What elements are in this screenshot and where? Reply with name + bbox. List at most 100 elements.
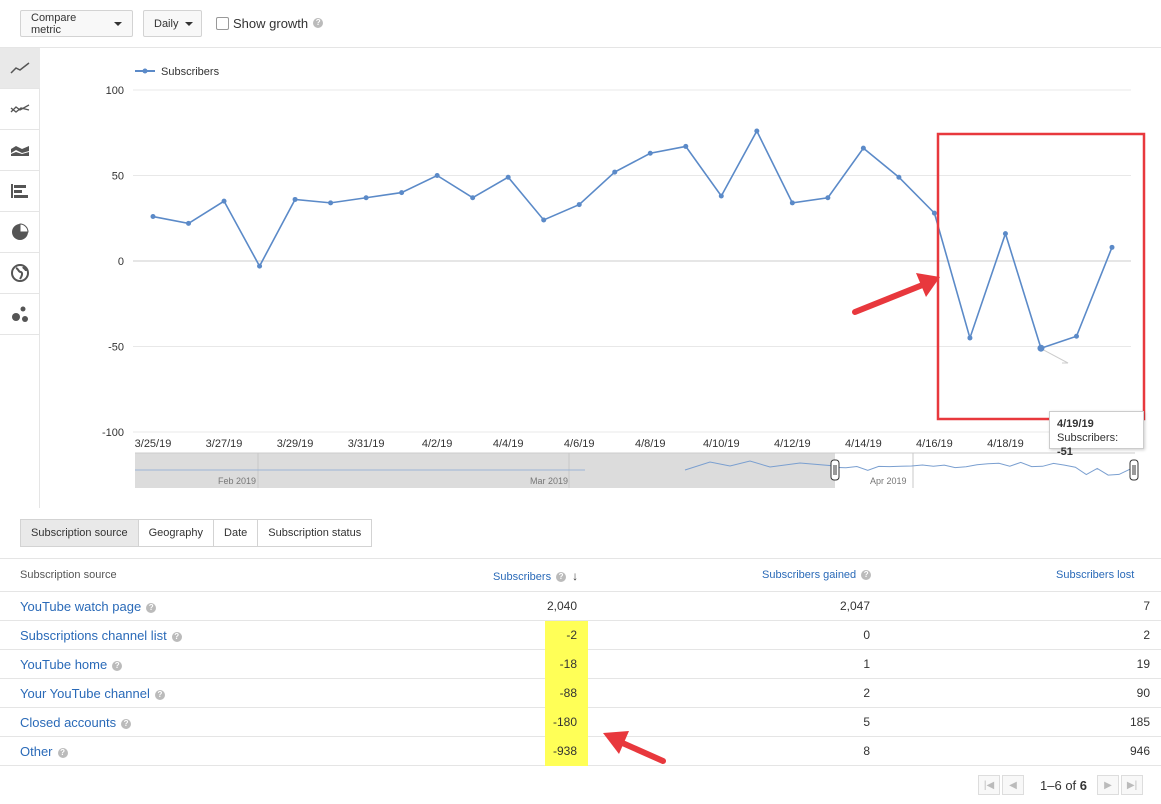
help-icon[interactable]: ? xyxy=(146,602,157,613)
table-row: Closed accounts? -180 5 185 xyxy=(0,708,1161,737)
subscription-source-table: Subscription source Subscribers? ↓ Subscr… xyxy=(0,558,1161,766)
navigator-label: Mar 2019 xyxy=(530,476,568,486)
help-icon[interactable]: ? xyxy=(171,631,182,642)
header-subscribers-lost[interactable]: Subscribers lost xyxy=(1056,569,1134,581)
source-link[interactable]: YouTube home? xyxy=(20,657,123,672)
subscribers-value: -2 xyxy=(545,621,588,650)
gained-value: 2,047 xyxy=(839,599,870,613)
tab-subscription-status[interactable]: Subscription status xyxy=(257,519,373,547)
toolbar: Compare metric Daily Show growth ? xyxy=(0,0,1161,48)
x-tick-label: 4/18/19 xyxy=(987,438,1024,450)
header-subscription-source: Subscription source xyxy=(20,569,117,581)
help-icon[interactable]: ? xyxy=(313,18,324,28)
prev-page-button[interactable]: ◀ xyxy=(1002,775,1024,795)
help-icon[interactable]: ? xyxy=(121,718,132,729)
line-chart-button[interactable] xyxy=(0,48,40,89)
first-page-button[interactable]: |◀ xyxy=(978,775,1000,795)
data-point xyxy=(789,200,795,206)
chart-canvas[interactable]: 100 50 0 -50 -100 3/25/19 3/27/19 3/29/19 3/31/1… xyxy=(40,48,1161,508)
multi-line-chart-button[interactable] xyxy=(0,89,40,130)
data-point xyxy=(683,143,689,149)
source-link[interactable]: Closed accounts? xyxy=(20,715,132,730)
legend-marker xyxy=(142,68,148,74)
navigator-label: Apr 2019 xyxy=(870,476,907,486)
data-point xyxy=(505,174,511,180)
data-point xyxy=(1037,344,1045,352)
tooltip-label: Subscribers: xyxy=(1057,432,1119,444)
header-gained-label: Subscribers gained xyxy=(762,569,857,581)
compare-metric-dropdown[interactable]: Compare metric xyxy=(20,10,133,37)
source-label: Subscriptions channel list xyxy=(20,628,167,643)
tab-geography[interactable]: Geography xyxy=(137,519,215,547)
interval-label: Daily xyxy=(154,17,179,30)
stacked-area-button[interactable] xyxy=(0,130,40,171)
table-header: Subscription source Subscribers? ↓ Subscr… xyxy=(0,559,1161,592)
stacked-area-icon xyxy=(11,146,29,156)
data-point xyxy=(257,263,263,269)
show-growth-checkbox[interactable] xyxy=(216,16,229,30)
bar-chart-button[interactable] xyxy=(0,171,40,212)
show-growth-toggle[interactable]: Show growth ? xyxy=(216,14,324,32)
help-icon[interactable]: ? xyxy=(556,572,567,583)
source-link[interactable]: Subscriptions channel list? xyxy=(20,628,182,643)
tab-date[interactable]: Date xyxy=(213,519,259,547)
source-label: Closed accounts xyxy=(20,715,117,730)
data-point xyxy=(470,195,476,201)
help-icon[interactable]: ? xyxy=(154,689,165,700)
prev-page-icon: ◀ xyxy=(1009,779,1017,791)
pie-chart-icon xyxy=(12,223,29,240)
help-icon[interactable]: ? xyxy=(112,660,123,671)
subscribers-value: 2,040 xyxy=(546,599,577,613)
series-line xyxy=(152,129,1113,350)
data-point xyxy=(541,217,547,223)
x-tick-label: 3/31/19 xyxy=(348,438,385,450)
data-point xyxy=(931,210,937,216)
first-page-icon: |◀ xyxy=(983,779,995,791)
header-subscribers-gained[interactable]: Subscribers gained? xyxy=(762,569,872,581)
pagination: |◀ ◀ 1–6 of 6 ▶ ▶| xyxy=(978,775,1145,795)
y-tick-label: -100 xyxy=(102,427,124,439)
data-point xyxy=(150,214,156,220)
x-tick-label: 4/14/19 xyxy=(845,438,882,450)
page-range: 1–6 of 6 xyxy=(1040,778,1087,793)
header-subscribers[interactable]: Subscribers? ↓ xyxy=(493,569,578,583)
tab-subscription-source[interactable]: Subscription source xyxy=(20,519,139,547)
help-icon[interactable]: ? xyxy=(861,570,872,581)
x-tick-label: 4/4/19 xyxy=(493,438,524,450)
pie-chart-button[interactable] xyxy=(0,212,40,253)
x-tick-label: 4/6/19 xyxy=(564,438,595,450)
next-page-icon: ▶ xyxy=(1104,779,1112,791)
next-page-button[interactable]: ▶ xyxy=(1097,775,1120,795)
lost-value: 7 xyxy=(1143,599,1150,613)
data-point xyxy=(860,145,866,151)
subscribers-value: -88 xyxy=(545,679,588,708)
data-point xyxy=(363,195,369,201)
source-link[interactable]: Your YouTube channel? xyxy=(20,686,165,701)
interval-dropdown[interactable]: Daily xyxy=(143,10,202,37)
source-label: YouTube watch page xyxy=(20,599,142,614)
help-icon[interactable]: ? xyxy=(57,747,68,758)
data-point xyxy=(825,195,831,201)
subscribers-value: -938 xyxy=(545,737,588,766)
source-label: YouTube home xyxy=(20,657,108,672)
gained-value: 8 xyxy=(863,744,870,758)
lost-value: 946 xyxy=(1129,744,1150,758)
bubble-chart-button[interactable] xyxy=(0,294,40,335)
data-point xyxy=(612,169,618,175)
gained-value: 5 xyxy=(863,715,870,729)
source-label: Your YouTube channel xyxy=(20,686,150,701)
geo-map-icon xyxy=(11,264,29,282)
x-tick-label: 3/25/19 xyxy=(135,438,172,450)
source-link[interactable]: YouTube watch page? xyxy=(20,599,157,614)
y-tick-label: 50 xyxy=(112,171,124,183)
bar-chart-icon xyxy=(11,184,28,198)
geo-map-button[interactable] xyxy=(0,253,40,294)
data-point xyxy=(328,200,334,206)
data-point xyxy=(1002,231,1008,237)
x-tick-label: 4/2/19 xyxy=(422,438,453,450)
y-tick-label: 0 xyxy=(118,256,124,268)
lost-value: 90 xyxy=(1136,686,1150,700)
navigator-label: Feb 2019 xyxy=(218,476,256,486)
source-link[interactable]: Other? xyxy=(20,744,68,759)
last-page-button[interactable]: ▶| xyxy=(1121,775,1144,795)
